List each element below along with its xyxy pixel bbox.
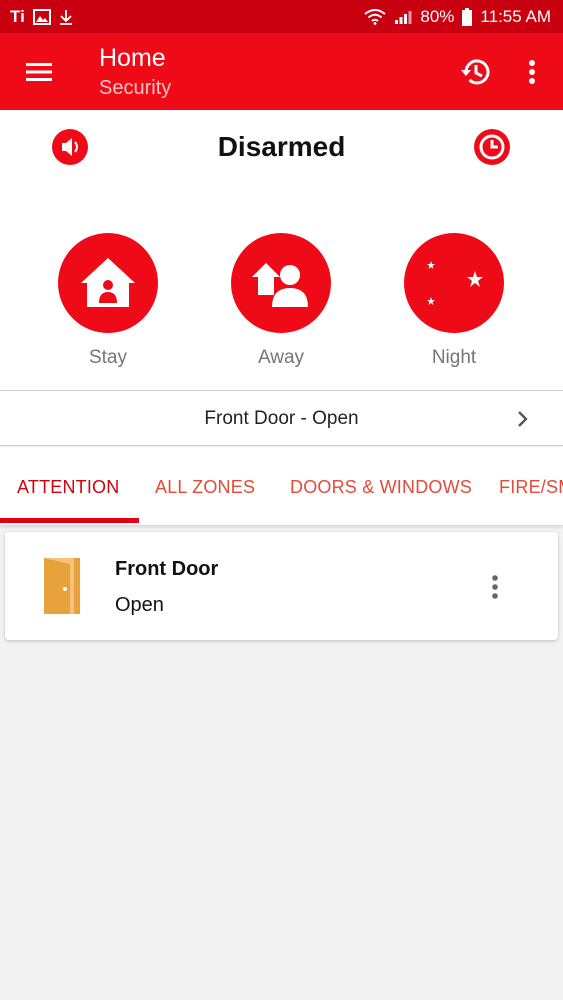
app-bar: Home Security [0, 33, 563, 110]
clock-time: 11:55 AM [480, 6, 551, 26]
security-panel: Disarmed Stay Away Night [0, 110, 563, 390]
chevron-right-icon [518, 411, 528, 427]
zone-summary-row[interactable]: Front Door - Open [0, 390, 563, 446]
clock-icon [474, 129, 510, 165]
overflow-menu-button[interactable] [520, 55, 544, 89]
battery-percent: 80% [420, 6, 455, 26]
arm-status-row: Disarmed [0, 110, 563, 184]
app-notification-ti: Ti [10, 6, 25, 26]
app-bar-titles: Home Security [99, 43, 171, 101]
zone-state: Open [115, 594, 164, 616]
zone-tabs: ATTENTION ALL ZONES DOORS & WINDOWS FIRE… [0, 447, 563, 525]
page-title: Home [99, 44, 166, 72]
tab-attention[interactable]: ATTENTION [17, 447, 119, 525]
mode-away-circle [231, 233, 331, 333]
menu-button[interactable] [22, 57, 56, 87]
status-bar-right: 80% 11:55 AM [364, 7, 551, 27]
mode-night-circle [404, 233, 504, 333]
mode-stay-label: Stay [88, 347, 128, 368]
wifi-icon [364, 8, 387, 25]
zone-name: Front Door [115, 558, 219, 580]
mode-away-button[interactable]: Away [231, 233, 331, 373]
mode-night-button[interactable]: Night [404, 233, 504, 373]
moon-stars-icon [427, 261, 483, 306]
mode-stay-circle [58, 233, 158, 333]
door-open-icon [44, 558, 80, 614]
signal-icon [395, 10, 412, 24]
zone-card[interactable]: Front Door Open [5, 532, 558, 640]
history-icon [461, 59, 490, 85]
speaker-icon [52, 129, 88, 165]
away-person-icon [252, 263, 308, 307]
active-tab-indicator [0, 518, 139, 523]
mode-stay-button[interactable]: Stay [58, 233, 158, 373]
sound-toggle-button[interactable] [51, 128, 89, 166]
status-bar: Ti 80% 11:55 AM [0, 0, 563, 33]
status-bar-left: Ti [10, 7, 73, 27]
image-icon [32, 8, 51, 25]
mode-night-label: Night [431, 347, 477, 368]
zone-more-button[interactable] [483, 572, 507, 602]
tab-fire-smoke[interactable]: FIRE/SMOKE [499, 447, 563, 525]
home-person-icon [81, 258, 135, 307]
schedule-button[interactable] [473, 128, 511, 166]
download-icon [59, 9, 72, 25]
tab-doors-windows[interactable]: DOORS & WINDOWS [290, 447, 472, 525]
page-subtitle: Security [99, 77, 172, 99]
tab-all-zones[interactable]: ALL ZONES [155, 447, 255, 525]
history-button[interactable] [458, 55, 492, 89]
more-vert-icon [529, 60, 535, 84]
mode-away-label: Away [257, 347, 305, 368]
menu-icon [26, 63, 52, 81]
more-vert-icon [492, 575, 498, 599]
zone-summary-text: Front Door - Open [204, 408, 359, 429]
battery-icon [462, 7, 473, 26]
